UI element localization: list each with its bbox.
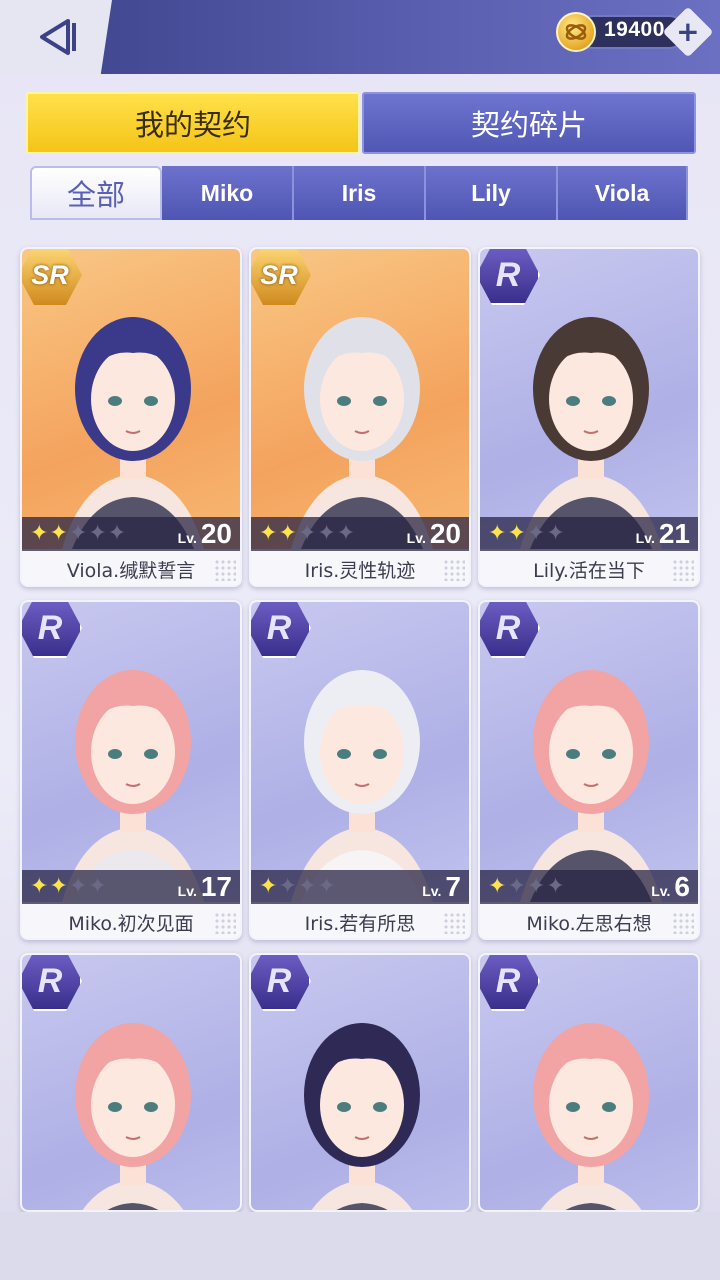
plus-icon: + (676, 15, 700, 48)
star-icon: ✦ (488, 874, 507, 899)
star-icon: ✦ (68, 874, 88, 899)
star-rating: ✦ ✦ ✦ ✦ (488, 876, 565, 898)
dot-pattern-icon (672, 559, 694, 581)
filter-tab-lily[interactable]: Lily (426, 166, 558, 220)
dot-pattern-icon (443, 559, 465, 581)
contract-card[interactable]: SR ✦ ✦ ✦ ✦ ✦ Lv. 20 Iris.灵性轨迹 (249, 247, 471, 587)
level-value: 20 (429, 518, 461, 549)
level-label: Lv. (422, 883, 442, 899)
tab-contract-fragments[interactable]: 契约碎片 (362, 92, 696, 154)
level-value: 20 (200, 518, 232, 549)
level-value: 17 (200, 871, 232, 902)
card-name: Iris.灵性轨迹 (251, 551, 469, 585)
card-name: Miko.左思右想 (480, 904, 698, 938)
coin-icon (556, 12, 596, 52)
level-display: Lv. 7 (422, 871, 461, 903)
level-strip: ✦ ✦ ✦ ✦ Lv. 17 (22, 870, 240, 904)
level-value: 21 (658, 518, 690, 549)
star-icon: ✦ (278, 521, 297, 546)
filter-tab-all[interactable]: 全部 (30, 166, 162, 220)
card-name: Lily.活在当下 (480, 551, 698, 585)
contract-card[interactable]: R ✦ ✦ ✦ ✦ Lv. 7 Iris.若有所思 (249, 600, 471, 940)
card-name: Viola.缄默誓言 (22, 551, 240, 585)
star-icon: ✦ (297, 874, 317, 899)
level-strip: ✦ ✦ ✦ ✦ Lv. 7 (251, 870, 469, 904)
star-icon: ✦ (259, 874, 278, 899)
star-icon: ✦ (317, 874, 336, 899)
star-icon: ✦ (507, 521, 526, 546)
top-bar: 19400 + (0, 0, 720, 74)
star-icon: ✦ (259, 521, 278, 546)
level-strip: ✦ ✦ ✦ ✦ ✦ Lv. 20 (251, 517, 469, 551)
contract-card[interactable]: R ✦ ✦ ✦ ✦ Lv. 21 Lily.活在当下 (478, 247, 700, 587)
dot-pattern-icon (443, 912, 465, 934)
contract-card[interactable]: R (249, 953, 471, 1212)
star-icon: ✦ (546, 874, 565, 899)
filter-tab-viola[interactable]: Viola (558, 166, 688, 220)
star-rating: ✦ ✦ ✦ ✦ ✦ (30, 523, 126, 545)
filter-tab-iris[interactable]: Iris (294, 166, 426, 220)
star-icon: ✦ (68, 521, 88, 546)
coin-count: 19400 (604, 18, 665, 41)
star-rating: ✦ ✦ ✦ ✦ (488, 523, 565, 545)
level-value: 7 (445, 871, 461, 902)
star-icon: ✦ (107, 521, 127, 546)
level-label: Lv. (651, 883, 671, 899)
level-strip: ✦ ✦ ✦ ✦ ✦ Lv. 20 (22, 517, 240, 551)
level-value: 6 (674, 871, 690, 902)
filter-tabs: 全部 Miko Iris Lily Viola (30, 166, 690, 220)
star-rating: ✦ ✦ ✦ ✦ (30, 876, 107, 898)
contract-card[interactable]: R (20, 953, 242, 1212)
star-icon: ✦ (30, 521, 49, 546)
currency-display: 19400 + (556, 6, 714, 58)
star-icon: ✦ (526, 874, 546, 899)
level-label: Lv. (406, 530, 426, 546)
level-display: Lv. 20 (407, 518, 461, 550)
level-display: Lv. 21 (636, 518, 690, 550)
level-label: Lv. (177, 883, 197, 899)
star-icon: ✦ (88, 521, 107, 546)
star-rating: ✦ ✦ ✦ ✦ (259, 876, 336, 898)
star-icon: ✦ (30, 874, 49, 899)
filter-tab-miko[interactable]: Miko (162, 166, 294, 220)
level-display: Lv. 17 (178, 871, 232, 903)
back-arrow-icon (40, 19, 76, 55)
star-icon: ✦ (546, 521, 565, 546)
star-icon: ✦ (336, 521, 356, 546)
star-icon: ✦ (526, 521, 546, 546)
tab-my-contracts[interactable]: 我的契约 (26, 92, 360, 154)
level-label: Lv. (635, 530, 655, 546)
star-icon: ✦ (488, 521, 507, 546)
bottom-area (0, 1212, 720, 1280)
dot-pattern-icon (672, 912, 694, 934)
contract-card[interactable]: R ✦ ✦ ✦ ✦ Lv. 6 Miko.左思右想 (478, 600, 700, 940)
star-icon: ✦ (317, 521, 336, 546)
star-icon: ✦ (49, 874, 68, 899)
dot-pattern-icon (214, 912, 236, 934)
level-strip: ✦ ✦ ✦ ✦ Lv. 21 (480, 517, 698, 551)
star-icon: ✦ (49, 521, 68, 546)
star-icon: ✦ (507, 874, 526, 899)
contract-card[interactable]: SR ✦ ✦ ✦ ✦ ✦ Lv. 20 Viola.缄默誓言 (20, 247, 242, 587)
level-label: Lv. (177, 530, 197, 546)
star-rating: ✦ ✦ ✦ ✦ ✦ (259, 523, 355, 545)
contract-card[interactable]: R (478, 953, 700, 1212)
star-icon: ✦ (88, 874, 107, 899)
level-display: Lv. 20 (178, 518, 232, 550)
star-icon: ✦ (278, 874, 297, 899)
card-name: Iris.若有所思 (251, 904, 469, 938)
back-button[interactable] (0, 0, 112, 74)
card-name: Miko.初次见面 (22, 904, 240, 938)
star-icon: ✦ (297, 521, 317, 546)
contract-card[interactable]: R ✦ ✦ ✦ ✦ Lv. 17 Miko.初次见面 (20, 600, 242, 940)
dot-pattern-icon (214, 559, 236, 581)
level-display: Lv. 6 (651, 871, 690, 903)
level-strip: ✦ ✦ ✦ ✦ Lv. 6 (480, 870, 698, 904)
